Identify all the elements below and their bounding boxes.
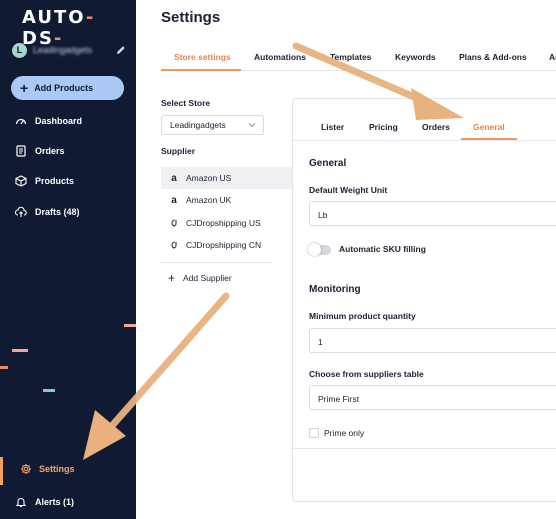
page-title: Settings [161, 9, 221, 26]
pencil-icon[interactable] [115, 44, 127, 56]
sidebar-item-label: Products [35, 176, 75, 186]
tab-keywords[interactable]: Keywords [395, 52, 436, 62]
sidebar-item-label: Settings [39, 464, 75, 474]
gear-icon [21, 464, 31, 474]
add-products-button[interactable]: + Add Products [11, 76, 124, 100]
prime-only-label: Prime only [324, 428, 365, 438]
box-icon [15, 175, 27, 187]
min-quantity-value: 1 [318, 337, 323, 347]
tab-templates[interactable]: Templates [330, 52, 371, 62]
sidebar: AUTO-DS- L Leadingadgets + Add Products … [0, 0, 136, 519]
weight-unit-select[interactable]: Lb [309, 201, 556, 226]
cloud-upload-icon [15, 206, 27, 217]
sidebar-item-products[interactable]: Products [15, 173, 74, 189]
settings-tabs: Store settings Automations Templates Key… [161, 49, 556, 71]
active-tab-indicator [161, 69, 241, 71]
tab-automations[interactable]: Automations [254, 52, 306, 62]
decorative-dash [43, 389, 55, 392]
sidebar-item-label: Orders [35, 146, 65, 156]
suppliers-table-label: Choose from suppliers table [309, 369, 424, 379]
supplier-amazon-uk[interactable]: a Amazon UK [161, 189, 292, 211]
sidebar-item-dashboard[interactable]: Dashboard [15, 113, 82, 129]
suppliers-table-value: Prime First [318, 394, 360, 404]
add-supplier-label: Add Supplier [183, 273, 232, 283]
add-products-label: Add Products [34, 83, 94, 93]
sidebar-item-alerts[interactable]: Alerts (1) [15, 494, 74, 510]
monitoring-section-title: Monitoring [309, 284, 361, 295]
amazon-icon: a [171, 194, 177, 206]
dashboard-icon [15, 118, 27, 125]
plus-icon: + [20, 80, 29, 96]
cjdropshipping-icon [171, 241, 177, 249]
supplier-label-text: CJDropshipping US [186, 218, 261, 228]
toggle-knob [308, 243, 321, 256]
prime-only-checkbox[interactable] [309, 428, 319, 438]
decorative-dash [124, 324, 136, 327]
supplier-label: Supplier [161, 146, 196, 156]
store-select-value: Leadingadgets [170, 120, 226, 130]
panel-tabs: Lister Pricing Orders General [293, 99, 556, 141]
active-indicator [0, 457, 3, 485]
sidebar-item-settings[interactable]: Settings [0, 457, 136, 485]
sidebar-item-orders[interactable]: Orders [15, 143, 65, 159]
avatar: L [12, 42, 27, 58]
sidebar-item-label: Dashboard [35, 116, 83, 126]
bell-icon [15, 498, 27, 508]
supplier-cjdropshipping-cn[interactable]: CJDropshipping CN [161, 234, 292, 256]
sidebar-item-label: Alerts (1) [35, 497, 75, 507]
account-switcher[interactable]: L Leadingadgets [12, 40, 127, 60]
sku-toggle[interactable] [308, 243, 331, 256]
add-supplier-button[interactable]: + Add Supplier [168, 272, 232, 284]
store-select[interactable]: Leadingadgets [161, 115, 264, 135]
general-section-title: General [309, 158, 347, 169]
supplier-amazon-us[interactable]: a Amazon US [161, 167, 292, 189]
min-quantity-label: Minimum product quantity [309, 311, 416, 321]
tab-lister[interactable]: Lister [321, 122, 344, 132]
tab-orders[interactable]: Orders [422, 122, 450, 132]
divider [293, 448, 556, 449]
select-store-label: Select Store [161, 98, 211, 108]
min-quantity-input[interactable]: 1 [309, 328, 556, 353]
tab-store-settings[interactable]: Store settings [174, 52, 231, 62]
weight-unit-label: Default Weight Unit [309, 185, 388, 195]
cjdropshipping-icon [171, 219, 177, 227]
decorative-dash [0, 366, 8, 369]
divider [161, 262, 272, 263]
tab-plans-addons[interactable]: Plans & Add-ons [459, 52, 527, 62]
amazon-icon: a [171, 172, 177, 184]
decorative-dash [12, 349, 28, 352]
general-settings-panel: Lister Pricing Orders General General De… [292, 98, 556, 502]
tab-account[interactable]: Ac [549, 52, 556, 62]
supplier-label-text: CJDropshipping CN [186, 240, 262, 250]
sidebar-item-drafts[interactable]: Drafts (48) [15, 204, 80, 220]
suppliers-table-select[interactable]: Prime First [309, 385, 556, 410]
supplier-cjdropshipping-us[interactable]: CJDropshipping US [161, 212, 292, 234]
active-tab-indicator [461, 138, 517, 140]
sku-toggle-label: Automatic SKU filling [339, 244, 426, 254]
supplier-label-text: Amazon US [186, 173, 232, 183]
weight-unit-value: Lb [318, 210, 328, 220]
plus-icon: + [168, 271, 176, 285]
sidebar-item-label: Drafts (48) [35, 207, 80, 217]
account-name: Leadingadgets [33, 45, 93, 55]
supplier-label-text: Amazon UK [186, 195, 232, 205]
orders-icon [16, 145, 26, 157]
tab-general[interactable]: General [473, 122, 505, 132]
chevron-down-icon [248, 123, 256, 128]
tab-pricing[interactable]: Pricing [369, 122, 398, 132]
